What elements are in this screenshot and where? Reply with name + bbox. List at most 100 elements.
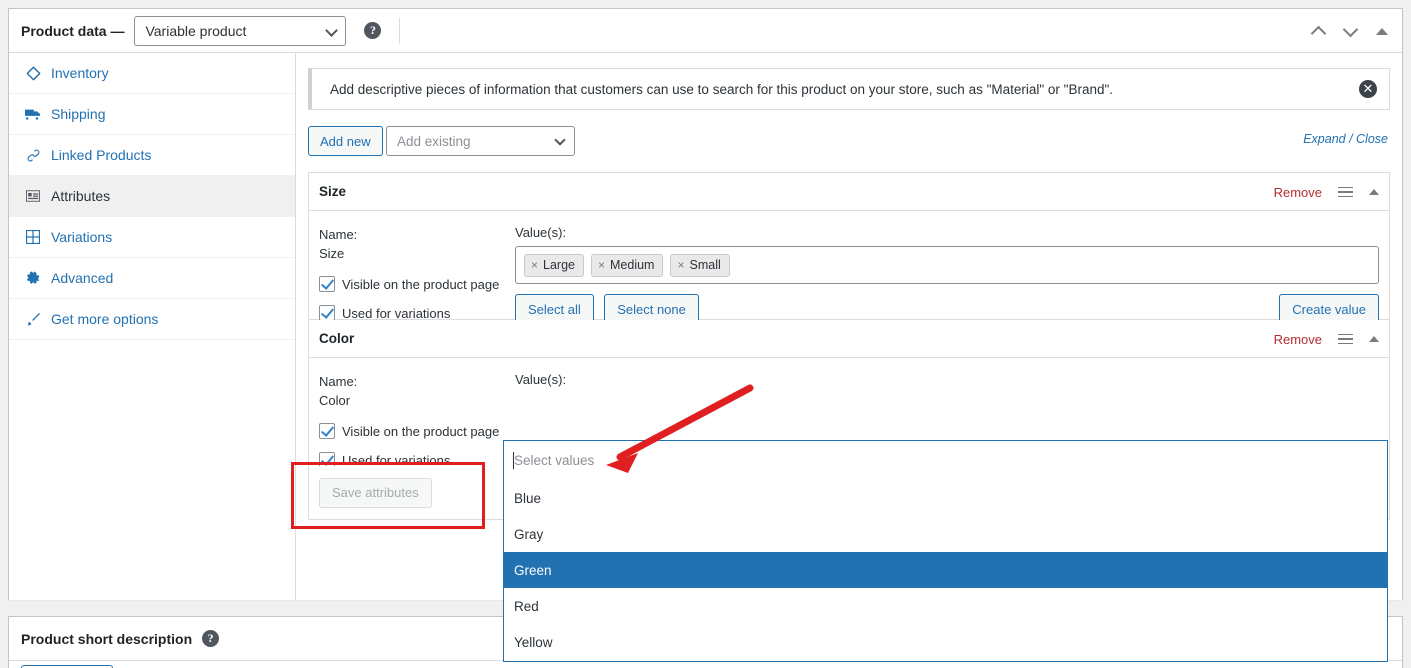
sidebar-item-label: Linked Products xyxy=(51,148,151,162)
color-values-dropdown[interactable]: Select values Blue Gray Green Red Yellow xyxy=(503,440,1388,662)
color-values-search-input[interactable]: Select values xyxy=(504,441,1387,480)
text-cursor xyxy=(513,452,514,469)
dropdown-option-red[interactable]: Red xyxy=(504,588,1387,624)
triangle-up-icon[interactable] xyxy=(1369,336,1379,342)
visible-on-product-page-row[interactable]: Visible on the product page xyxy=(319,423,514,439)
sidebar-item-label: Inventory xyxy=(51,66,109,80)
triangle-up-icon xyxy=(1376,28,1388,35)
sidebar-item-attributes[interactable]: Attributes xyxy=(9,176,295,217)
value-token-label: Large xyxy=(543,258,575,272)
attribute-values: Value(s): xyxy=(515,372,1379,393)
sidebar-item-linked-products[interactable]: Linked Products xyxy=(9,135,295,176)
chevron-up-icon xyxy=(1310,25,1326,41)
attributes-notice: Add descriptive pieces of information th… xyxy=(308,68,1390,110)
product-data-header: Product data — Variable product ? xyxy=(9,9,1402,53)
sidebar-item-label: Attributes xyxy=(51,189,110,203)
remove-attribute-link[interactable]: Remove xyxy=(1274,185,1322,200)
chevron-down-icon xyxy=(1342,21,1358,37)
attribute-meta: Name: Size Visible on the product page U… xyxy=(319,225,514,321)
sidebar-item-label: Advanced xyxy=(51,271,113,285)
attribute-header: Color Remove xyxy=(309,320,1389,358)
attribute-name: Color xyxy=(319,331,354,346)
attributes-icon xyxy=(23,190,43,202)
move-up-button[interactable] xyxy=(1306,19,1330,43)
expand-close-link[interactable]: Expand / Close xyxy=(1303,132,1388,146)
chevron-down-icon xyxy=(326,24,339,37)
value-token-label: Medium xyxy=(610,258,654,272)
chevron-down-icon xyxy=(554,134,565,145)
dropdown-option-yellow[interactable]: Yellow xyxy=(504,624,1387,660)
remove-token-icon[interactable]: × xyxy=(598,258,605,272)
visible-label: Visible on the product page xyxy=(342,277,499,292)
value-token[interactable]: × Medium xyxy=(591,254,663,277)
remove-attribute-link[interactable]: Remove xyxy=(1274,332,1322,347)
dropdown-option-blue[interactable]: Blue xyxy=(504,480,1387,516)
drag-handle-icon[interactable] xyxy=(1338,334,1353,345)
drag-handle-icon[interactable] xyxy=(1338,187,1353,198)
help-icon[interactable]: ? xyxy=(364,22,381,39)
attribute-meta: Name: Color Visible on the product page … xyxy=(319,372,514,468)
visible-checkbox[interactable] xyxy=(319,276,335,292)
attribute-body: Name: Size Visible on the product page U… xyxy=(309,211,1389,319)
extension-icon xyxy=(23,312,43,327)
sidebar-item-variations[interactable]: Variations xyxy=(9,217,295,258)
value-token-label: Small xyxy=(690,258,721,272)
save-attributes-button[interactable]: Save attributes xyxy=(319,478,432,508)
attribute-name-value: Size xyxy=(319,244,514,263)
sidebar-item-inventory[interactable]: Inventory xyxy=(9,53,295,94)
visible-checkbox[interactable] xyxy=(319,423,335,439)
shipping-truck-icon xyxy=(23,108,43,121)
values-label: Value(s): xyxy=(515,372,1379,387)
values-token-input[interactable]: × Large × Medium × Small xyxy=(515,246,1379,284)
sidebar-item-shipping[interactable]: Shipping xyxy=(9,94,295,135)
attribute-values: Value(s): × Large × Medium xyxy=(515,225,1379,325)
close-circle-icon[interactable]: ✕ xyxy=(1359,80,1377,98)
attribute-header: Size Remove xyxy=(309,173,1389,211)
used-for-variations-row[interactable]: Used for variations xyxy=(319,305,514,321)
help-icon[interactable]: ? xyxy=(202,630,219,647)
add-existing-select[interactable]: Add existing xyxy=(386,126,575,156)
color-values-placeholder: Select values xyxy=(514,453,594,468)
attributes-toolbar: Add new Add existing Expand / Close xyxy=(308,126,1390,156)
inventory-icon xyxy=(23,66,43,81)
sidebar-item-label: Variations xyxy=(51,230,112,244)
product-type-select[interactable]: Variable product xyxy=(134,16,346,46)
variations-label: Used for variations xyxy=(342,306,450,321)
dropdown-option-green[interactable]: Green xyxy=(504,552,1387,588)
add-existing-placeholder: Add existing xyxy=(397,134,471,149)
attribute-header-actions: Remove xyxy=(1274,320,1379,358)
gear-icon xyxy=(23,271,43,286)
triangle-up-icon[interactable] xyxy=(1369,189,1379,195)
screen: Product data — Variable product ? xyxy=(0,0,1411,668)
attribute-block-size: Size Remove Name: Size xyxy=(308,172,1390,319)
product-type-value: Variable product xyxy=(145,23,246,39)
attribute-name-value: Color xyxy=(319,391,514,410)
attribute-name: Size xyxy=(319,184,346,199)
notice-text: Add descriptive pieces of information th… xyxy=(330,82,1113,97)
attribute-name-label: Name: xyxy=(319,225,514,244)
attribute-name-label: Name: xyxy=(319,372,514,391)
collapse-panel-button[interactable] xyxy=(1370,19,1394,43)
add-new-button[interactable]: Add new xyxy=(308,126,383,156)
panel-order-actions xyxy=(1306,9,1394,53)
remove-token-icon[interactable]: × xyxy=(677,258,684,272)
sidebar-item-advanced[interactable]: Advanced xyxy=(9,258,295,299)
link-icon xyxy=(23,148,43,163)
values-label: Value(s): xyxy=(515,225,1379,240)
visible-on-product-page-row[interactable]: Visible on the product page xyxy=(319,276,514,292)
dropdown-option-gray[interactable]: Gray xyxy=(504,516,1387,552)
page-title: Product data — xyxy=(21,23,124,39)
product-data-tabs: Inventory Shipping Linked Products xyxy=(9,53,296,600)
header-divider xyxy=(399,18,400,44)
variations-checkbox[interactable] xyxy=(319,305,335,321)
sidebar-item-label: Get more options xyxy=(51,312,158,326)
move-down-button[interactable] xyxy=(1338,19,1362,43)
short-description-title: Product short description xyxy=(21,631,192,647)
remove-token-icon[interactable]: × xyxy=(531,258,538,272)
sidebar-item-label: Shipping xyxy=(51,107,106,121)
value-token[interactable]: × Small xyxy=(670,254,729,277)
short-description-editor-tabs xyxy=(9,661,1402,668)
value-token[interactable]: × Large xyxy=(524,254,584,277)
sidebar-item-get-more-options[interactable]: Get more options xyxy=(9,299,295,340)
attribute-header-actions: Remove xyxy=(1274,173,1379,211)
